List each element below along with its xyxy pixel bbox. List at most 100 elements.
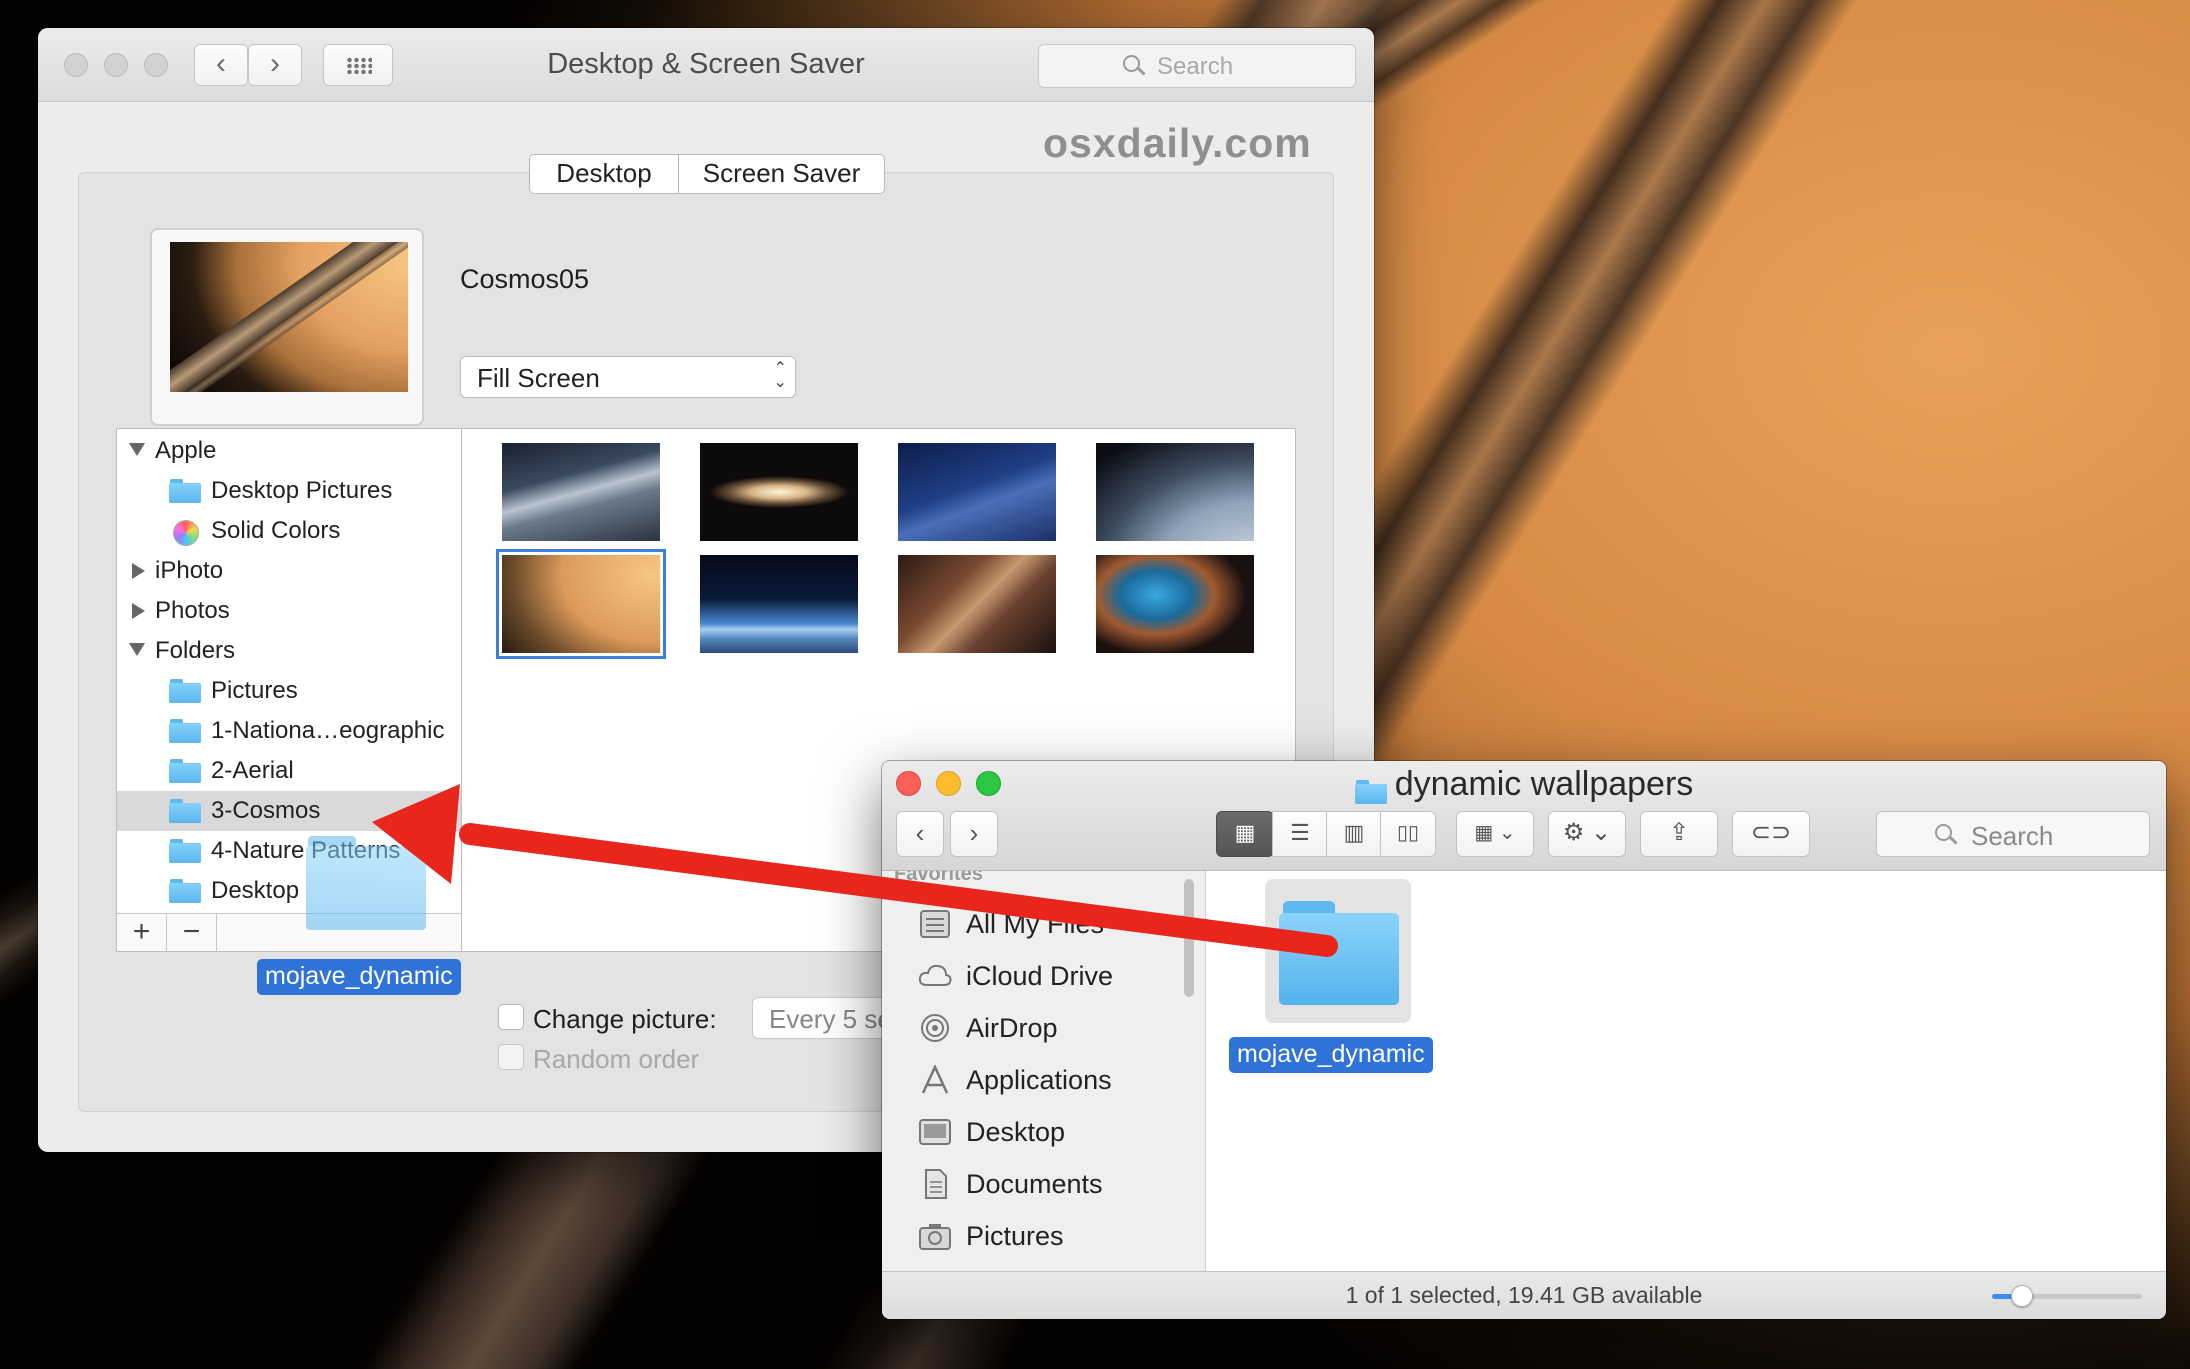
source-item-folders[interactable]: Folders <box>117 631 461 671</box>
sidebar-label: All My Files <box>966 909 1105 939</box>
dragged-folder-icon <box>306 836 426 930</box>
action-button[interactable]: ⚙ ⌄ <box>1548 811 1626 857</box>
cover-flow-icon: ▯▯ <box>1396 822 1419 844</box>
finder-content: mojave_dynamic <box>1207 871 2166 1271</box>
source-item-pictures[interactable]: Pictures <box>117 671 461 711</box>
sidebar-label: iCloud Drive <box>966 961 1114 991</box>
folder-icon <box>169 799 201 823</box>
finder-title: dynamic wallpapers <box>882 765 2166 804</box>
finder-toolbar: dynamic wallpapers ‹ › ▦ ☰ ▥ ▯▯ ▦ ⌄ ⚙ ⌄ … <box>882 761 2166 871</box>
sidebar-item-pictures[interactable]: Pictures <box>882 1213 1205 1259</box>
sidebar-label: AirDrop <box>966 1013 1058 1043</box>
list-view-button[interactable]: ☰ <box>1272 811 1328 857</box>
search-field[interactable]: Search <box>1876 811 2150 857</box>
finder-window: dynamic wallpapers ‹ › ▦ ☰ ▥ ▯▯ ▦ ⌄ ⚙ ⌄ … <box>882 761 2166 1319</box>
tags-button[interactable]: ⊂⊃ <box>1732 811 1810 857</box>
disclosure-open-icon <box>129 443 145 456</box>
disclosure-open-icon <box>129 643 145 656</box>
cover-flow-button[interactable]: ▯▯ <box>1380 811 1436 857</box>
thumbnail-earth-horizon[interactable] <box>502 443 660 541</box>
thumbnail-earth-moon[interactable] <box>700 555 858 653</box>
columns-icon: ▥ <box>1343 820 1365 845</box>
forward-button[interactable]: › <box>950 811 998 857</box>
source-item-desktop-pictures[interactable]: Desktop Pictures <box>117 471 461 511</box>
finder-status-bar: 1 of 1 selected, 19.41 GB available <box>882 1271 2166 1319</box>
source-label: 2-Aerial <box>211 757 294 784</box>
change-picture-checkbox[interactable] <box>498 1004 524 1030</box>
fill-mode-select[interactable]: Fill Screen ⌃ ⌄ <box>460 356 796 398</box>
current-wallpaper-preview <box>150 228 424 426</box>
random-order-label: Random order <box>533 1044 700 1074</box>
source-item-photos[interactable]: Photos <box>117 591 461 631</box>
folder-icon <box>1354 780 1387 804</box>
source-label: 3-Cosmos <box>211 797 321 824</box>
prefs-titlebar: ‹ › Desktop & Screen Saver Search <box>38 28 1374 102</box>
change-picture-label: Change picture: <box>533 1004 717 1034</box>
pictures-folder-icon <box>169 679 201 703</box>
thumbnail-milky-way-sky[interactable] <box>898 443 1056 541</box>
sidebar-label: Pictures <box>966 1221 1064 1251</box>
icon-size-slider[interactable] <box>1992 1285 2142 1307</box>
source-item-national-geographic[interactable]: 1-Nationa…eographic <box>117 711 461 751</box>
thumbnail-sombrero-galaxy[interactable] <box>700 443 858 541</box>
folder-icon <box>169 759 201 783</box>
cloud-icon <box>918 961 952 991</box>
fill-mode-value: Fill Screen <box>477 363 600 393</box>
sidebar-item-airdrop[interactable]: AirDrop <box>882 1005 1205 1051</box>
remove-folder-button[interactable]: − <box>167 914 217 952</box>
updown-arrows-icon: ⌃ ⌄ <box>773 360 787 391</box>
gear-icon: ⚙ ⌄ <box>1562 819 1612 846</box>
slider-knob[interactable] <box>2011 1285 2033 1307</box>
applications-icon <box>918 1064 952 1095</box>
source-label: Desktop <box>211 877 300 904</box>
back-button[interactable]: ‹ <box>896 811 944 857</box>
source-item-cosmos[interactable]: 3-Cosmos <box>117 791 461 831</box>
status-text: 1 of 1 selected, 19.41 GB available <box>1345 1282 1703 1308</box>
sidebar-label: Desktop <box>966 1117 1066 1147</box>
source-label: Pictures <box>211 677 298 704</box>
tab-screen-saver[interactable]: Screen Saver <box>678 154 885 194</box>
search-field[interactable]: Search <box>1038 44 1356 88</box>
folder-icon[interactable] <box>1279 901 1399 1005</box>
search-icon <box>1935 824 1958 846</box>
source-item-aerial[interactable]: 2-Aerial <box>117 751 461 791</box>
source-label: Apple <box>155 437 217 464</box>
sidebar-item-documents[interactable]: Documents <box>882 1161 1205 1207</box>
chevron-right-icon: › <box>969 818 979 848</box>
sidebar-item-desktop[interactable]: Desktop <box>882 1109 1205 1155</box>
sidebar-item-applications[interactable]: Applications <box>882 1057 1205 1103</box>
file-name-label[interactable]: mojave_dynamic <box>1229 1037 1433 1073</box>
picture-name: Cosmos05 <box>460 264 590 294</box>
source-item-solid-colors[interactable]: Solid Colors <box>117 511 461 551</box>
color-wheel-icon <box>173 520 199 546</box>
arrange-button[interactable]: ▦ ⌄ <box>1456 811 1534 857</box>
column-view-button[interactable]: ▥ <box>1326 811 1382 857</box>
all-files-icon <box>918 909 952 939</box>
sidebar-label: Documents <box>966 1169 1103 1199</box>
random-order-checkbox[interactable] <box>498 1044 524 1070</box>
source-label: Photos <box>155 597 230 624</box>
dragged-folder-label: mojave_dynamic <box>257 959 461 995</box>
source-item-apple[interactable]: Apple <box>117 431 461 471</box>
finder-sidebar: Favorites All My Files iCloud Drive AirD… <box>882 871 1206 1271</box>
thumbnail-earth-clouds[interactable] <box>1096 443 1254 541</box>
disclosure-closed-icon <box>132 603 145 619</box>
tag-icon: ⊂⊃ <box>1750 819 1792 846</box>
search-icon <box>1123 55 1146 77</box>
source-item-iphoto[interactable]: iPhoto <box>117 551 461 591</box>
arrange-icon: ▦ ⌄ <box>1474 822 1516 844</box>
folder-icon <box>169 719 201 743</box>
tab-desktop[interactable]: Desktop <box>529 154 679 194</box>
thumbnail-milky-way-core[interactable] <box>898 555 1056 653</box>
add-folder-button[interactable]: + <box>117 914 167 952</box>
folder-icon <box>169 839 201 863</box>
sidebar-item-all-my-files[interactable]: All My Files <box>882 901 1205 947</box>
camera-icon <box>918 1221 952 1251</box>
thumbnail-saturn[interactable] <box>496 549 666 659</box>
chevron-left-icon: ‹ <box>915 818 925 848</box>
sidebar-item-icloud-drive[interactable]: iCloud Drive <box>882 953 1205 999</box>
icon-view-button[interactable]: ▦ <box>1216 811 1274 857</box>
share-button[interactable]: ⇪ <box>1640 811 1718 857</box>
thumbnail-nebula[interactable] <box>1096 555 1254 653</box>
documents-icon <box>918 1169 952 1199</box>
